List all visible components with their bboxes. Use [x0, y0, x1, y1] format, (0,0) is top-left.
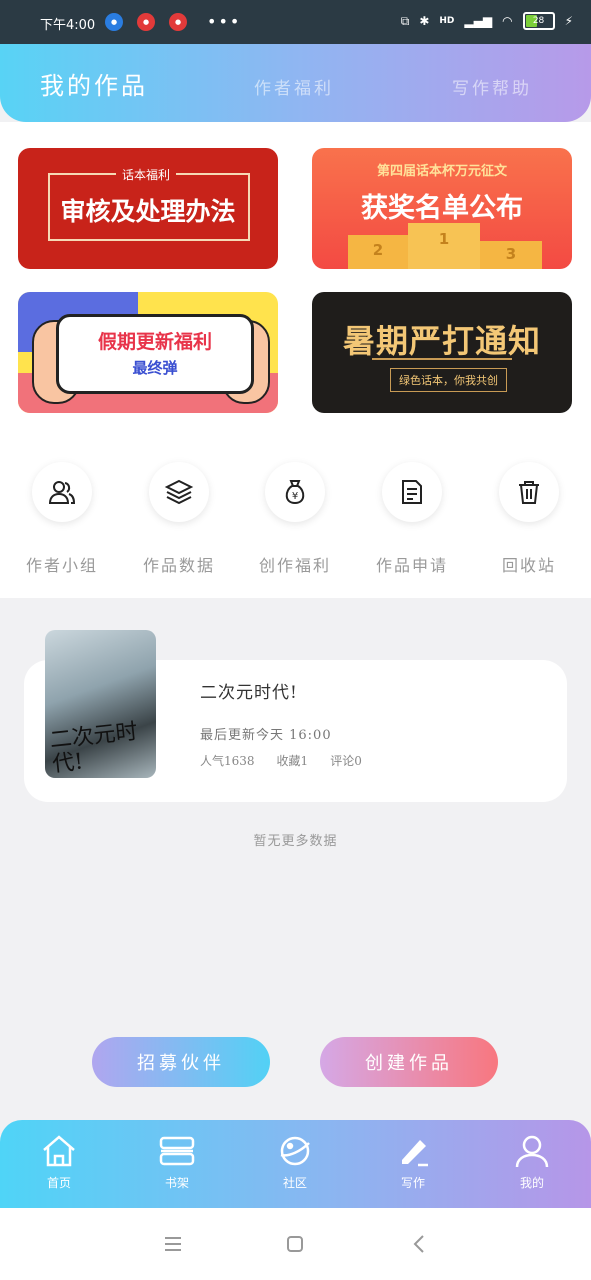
shortcut-label: 作者小组 [25, 556, 98, 575]
banner-subtitle: 最终弹 [132, 359, 178, 377]
nav-bookshelf[interactable]: 书架 [127, 1134, 227, 1191]
top-tab-bar: 我的作品 作者福利 写作帮助 [0, 44, 591, 122]
trash-icon [499, 462, 559, 522]
banner-divider [372, 358, 512, 360]
banner-subtitle: 绿色话本，你我共创 [390, 368, 507, 392]
nav-label: 写作 [400, 1176, 425, 1190]
phone-illustration: 假期更新福利 最终弹 [56, 314, 254, 394]
signal-hd-label: HD [439, 16, 455, 26]
banner-review-rules[interactable]: 话本福利 审核及处理办法 [18, 148, 278, 269]
shortcut-label: 作品申请 [375, 556, 448, 575]
notification-icons: ● ● ● ••• [105, 12, 241, 31]
user-icon [515, 1135, 549, 1168]
banner-title: 暑期严打通知 [342, 322, 541, 360]
create-work-button[interactable]: 创建作品 [320, 1037, 498, 1087]
document-icon [382, 462, 442, 522]
svg-text:¥: ¥ [292, 491, 298, 502]
shortcut-label: 作品数据 [142, 556, 215, 575]
nav-label: 书架 [164, 1176, 189, 1190]
shortcut-author-group[interactable]: 作者小组 [12, 462, 112, 576]
back-icon[interactable] [412, 1234, 426, 1254]
pen-icon [402, 1140, 428, 1167]
battery-icon: 28 [522, 12, 555, 30]
banner-title: 获奖名单公布 [361, 193, 523, 224]
cover-title: 二次元时代! [48, 719, 139, 778]
tab-writing-help[interactable]: 写作帮助 [452, 74, 532, 99]
app-notification-icon: ● [169, 12, 187, 31]
bluetooth-icon: ✱ [419, 14, 430, 28]
signal-icon: ▂▄▆ [464, 14, 493, 28]
recruit-partner-button[interactable]: 招募伙伴 [92, 1037, 270, 1087]
wifi-icon: ◠ [502, 14, 513, 28]
banner-title: 审核及处理办法 [60, 197, 236, 226]
shortcut-work-application[interactable]: 作品申请 [362, 462, 462, 576]
more-notifications-icon: ••• [207, 12, 242, 31]
system-nav-bar [0, 1208, 591, 1280]
banner-holiday-update[interactable]: 假期更新福利 最终弹 [18, 292, 278, 413]
shortcut-label: 回收站 [501, 556, 556, 575]
bookshelf-icon [159, 1136, 195, 1166]
tab-my-works[interactable]: 我的作品 [40, 66, 148, 101]
battery-level: 28 [532, 16, 545, 26]
planet-icon [280, 1136, 310, 1166]
users-icon [32, 462, 92, 522]
banner-subtitle: 第四届话本杯万元征文 [376, 164, 507, 179]
system-status: ⧉ ✱ HD ▂▄▆ ◠ 28 ⚡ [401, 12, 573, 30]
work-last-updated: 最后更新今天 16:00 [200, 728, 332, 743]
nfc-icon: ⧉ [400, 13, 410, 28]
podium-first: 1 [408, 223, 480, 269]
shortcut-work-data[interactable]: 作品数据 [129, 462, 229, 576]
layers-icon [149, 462, 209, 522]
banner-award-list[interactable]: 第四届话本杯万元征文 获奖名单公布 2 1 3 [312, 148, 572, 269]
banner-tag: 话本福利 [116, 166, 177, 183]
banner-title: 假期更新福利 [97, 331, 212, 353]
nav-mine[interactable]: 我的 [482, 1134, 582, 1191]
home-button-icon[interactable] [286, 1235, 304, 1253]
work-favorites: 收藏1 [276, 754, 309, 768]
podium-third: 3 [480, 241, 542, 269]
nav-home[interactable]: 首页 [9, 1134, 109, 1191]
money-bag-icon: ¥ [265, 462, 325, 522]
nav-write[interactable]: 写作 [363, 1134, 463, 1191]
app-notification-icon: ● [105, 12, 123, 31]
charging-icon: ⚡ [564, 14, 573, 28]
nav-label: 首页 [46, 1176, 71, 1190]
home-icon [43, 1135, 75, 1167]
work-popularity: 人气1638 [200, 754, 255, 768]
shortcut-recycle-bin[interactable]: 回收站 [479, 462, 579, 576]
bottom-nav: 首页 书架 社区 写作 我的 [0, 1120, 591, 1208]
nav-label: 我的 [519, 1176, 544, 1190]
podium-second: 2 [348, 235, 408, 269]
status-time: 下午4:00 [40, 18, 96, 33]
status-bar: 下午4:00 ● ● ● ••• ⧉ ✱ HD ▂▄▆ ◠ 28 ⚡ [0, 0, 591, 44]
work-comments: 评论0 [330, 754, 362, 768]
no-more-data-text: 暂无更多数据 [253, 834, 338, 849]
work-title: 二次元时代! [200, 683, 298, 703]
work-stats: 人气1638 收藏1 评论0 [200, 752, 362, 769]
nav-community[interactable]: 社区 [245, 1134, 345, 1191]
shortcut-label: 创作福利 [258, 556, 331, 575]
app-notification-icon: ● [137, 12, 155, 31]
work-cover-image[interactable]: 二次元时代! [45, 630, 156, 778]
nav-label: 社区 [282, 1176, 307, 1190]
shortcut-creation-benefits[interactable]: ¥ 创作福利 [245, 462, 345, 576]
menu-icon[interactable] [163, 1235, 183, 1253]
tab-author-benefits[interactable]: 作者福利 [254, 74, 334, 99]
banner-summer-notice[interactable]: 暑期严打通知 绿色话本，你我共创 [312, 292, 572, 413]
